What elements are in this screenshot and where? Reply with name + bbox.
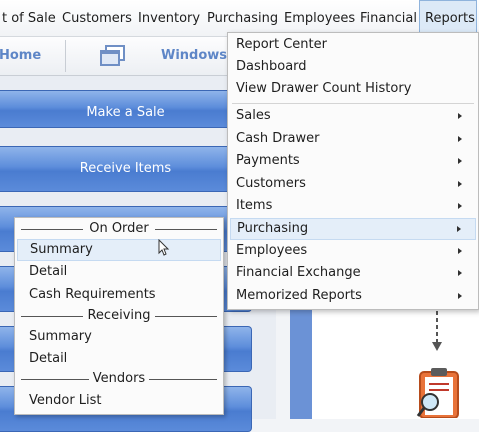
menu-point-of-sale[interactable]: t of Sale: [0, 0, 61, 36]
make-a-sale-button[interactable]: Make a Sale: [0, 90, 252, 128]
mouse-cursor-icon: [158, 239, 170, 256]
submenu-cash-requirements[interactable]: Cash Requirements: [17, 284, 221, 306]
submenu-receiving-detail[interactable]: Detail: [17, 348, 221, 370]
menu-employees[interactable]: Employees: [279, 0, 360, 36]
reports-dropdown: Report Center Dashboard View Drawer Coun…: [227, 32, 479, 310]
purchasing-submenu: On Order Summary Detail Cash Requirement…: [14, 217, 224, 415]
submenu-arrow-icon: [458, 181, 462, 187]
submenu-on-order-detail[interactable]: Detail: [17, 261, 221, 283]
reports-items[interactable]: Items: [230, 195, 476, 217]
group-header-vendors: Vendors: [15, 368, 223, 390]
menu-separator: [232, 103, 474, 104]
submenu-arrow-icon: [458, 136, 462, 142]
reports-employees[interactable]: Employees: [230, 240, 476, 262]
home-button[interactable]: Home: [0, 37, 41, 75]
reports-payments[interactable]: Payments: [230, 150, 476, 172]
reports-dashboard[interactable]: Dashboard: [230, 56, 476, 78]
menu-financial[interactable]: Financial: [355, 0, 422, 36]
workflow-strip: [290, 306, 312, 419]
toolbar-divider: [65, 40, 66, 72]
reports-cash-drawer[interactable]: Cash Drawer: [230, 128, 476, 150]
reports-purchasing-label: Purchasing: [237, 221, 309, 236]
reports-customers-label: Customers: [236, 176, 306, 191]
menu-purchasing[interactable]: Purchasing: [202, 0, 283, 36]
menu-reports[interactable]: Reports: [419, 0, 477, 36]
menu-inventory[interactable]: Inventory: [133, 0, 205, 36]
arrow-down-icon: [432, 304, 442, 351]
reports-memorized-reports-label: Memorized Reports: [236, 288, 362, 303]
reports-cash-drawer-label: Cash Drawer: [236, 131, 320, 146]
clipboard-icon[interactable]: [414, 366, 466, 418]
submenu-vendor-list[interactable]: Vendor List: [17, 390, 221, 412]
menu-customers[interactable]: Customers: [57, 0, 137, 36]
submenu-arrow-icon: [458, 270, 462, 276]
reports-customers[interactable]: Customers: [230, 173, 476, 195]
reports-view-drawer-count-history[interactable]: View Drawer Count History: [230, 78, 476, 100]
reports-purchasing[interactable]: Purchasing: [230, 218, 476, 240]
reports-sales-label: Sales: [236, 108, 271, 123]
submenu-receiving-summary[interactable]: Summary: [17, 326, 221, 348]
submenu-arrow-icon: [458, 293, 462, 299]
reports-financial-exchange[interactable]: Financial Exchange: [230, 262, 476, 284]
reports-report-center[interactable]: Report Center: [230, 34, 476, 56]
submenu-arrow-icon: [458, 248, 462, 254]
group-header-on-order: On Order: [15, 218, 223, 240]
submenu-on-order-summary[interactable]: Summary: [17, 239, 221, 261]
submenu-arrow-icon: [458, 113, 462, 119]
receive-items-button[interactable]: Receive Items: [0, 146, 252, 192]
group-header-receiving: Receiving: [15, 305, 223, 327]
windows-icon[interactable]: [100, 45, 126, 71]
reports-payments-label: Payments: [236, 153, 300, 168]
reports-financial-exchange-label: Financial Exchange: [236, 265, 361, 280]
reports-memorized-reports[interactable]: Memorized Reports: [230, 285, 476, 307]
submenu-arrow-icon: [458, 158, 462, 164]
reports-items-label: Items: [236, 198, 273, 213]
submenu-arrow-icon: [458, 203, 462, 209]
reports-employees-label: Employees: [236, 243, 308, 258]
reports-sales[interactable]: Sales: [230, 105, 476, 127]
windows-button[interactable]: Windows: [161, 37, 227, 75]
submenu-arrow-icon: [457, 226, 461, 232]
